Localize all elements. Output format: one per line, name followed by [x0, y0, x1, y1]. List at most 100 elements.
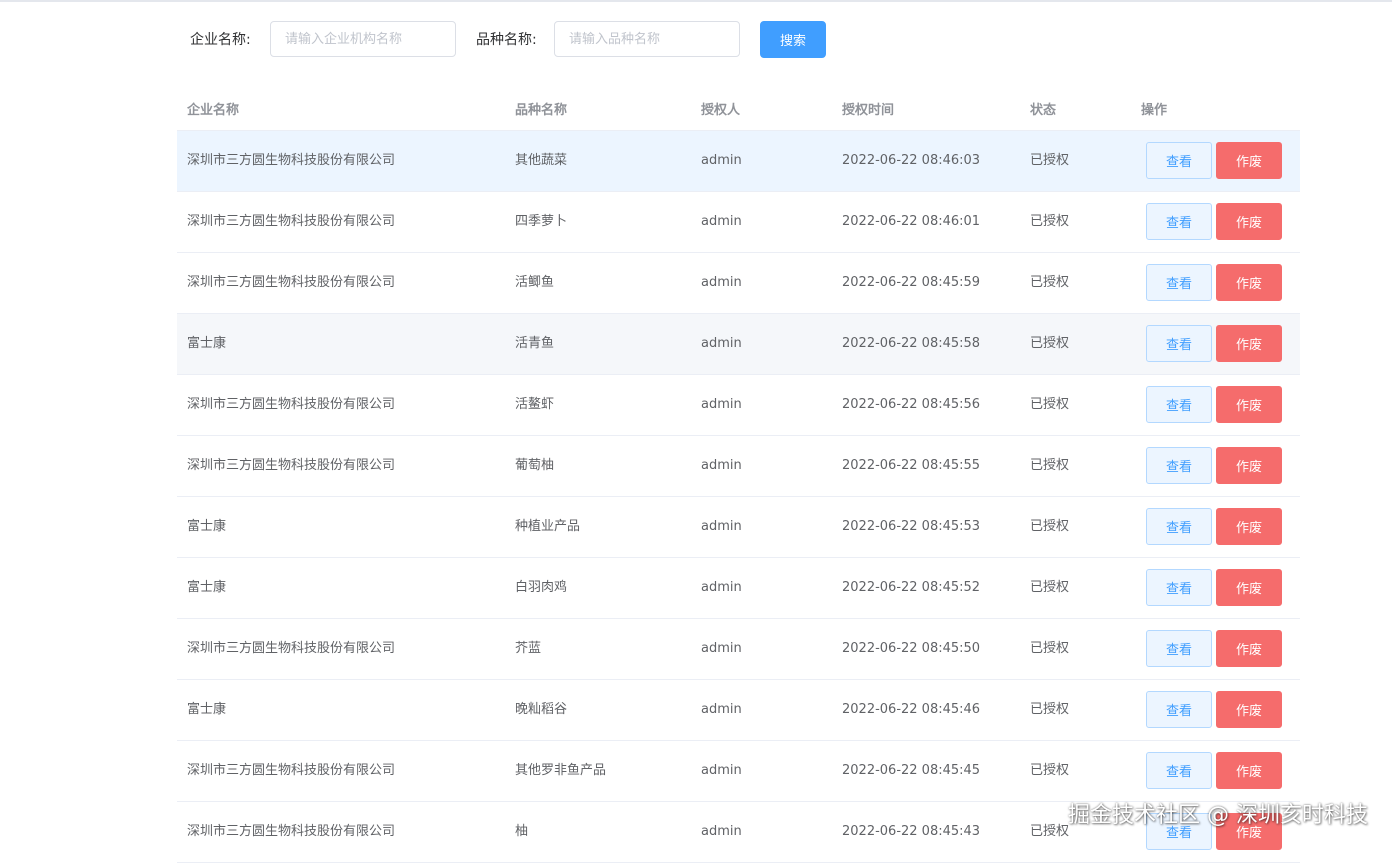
- void-button[interactable]: 作废: [1216, 386, 1282, 423]
- cell-authorizer: admin: [701, 457, 742, 475]
- cell-auth-time: 2022-06-22 08:45:46: [842, 701, 980, 719]
- cell-auth-time: 2022-06-22 08:45:59: [842, 274, 980, 292]
- view-button[interactable]: 查看: [1146, 752, 1212, 789]
- table-header: 企业名称 品种名称 授权人 授权时间 状态 操作: [177, 85, 1300, 131]
- cell-variety: 活鲫鱼: [515, 274, 554, 292]
- cell-status: 已授权: [1030, 335, 1069, 353]
- table-row[interactable]: 深圳市三方圆生物科技股份有限公司 四季萝卜 admin 2022-06-22 08:4…: [177, 192, 1300, 253]
- cell-authorizer: admin: [701, 213, 742, 231]
- search-button[interactable]: 搜索: [760, 21, 826, 58]
- cell-variety: 晚籼稻谷: [515, 701, 567, 719]
- cell-authorizer: admin: [701, 640, 742, 658]
- view-button[interactable]: 查看: [1146, 142, 1212, 179]
- cell-auth-time: 2022-06-22 08:45:55: [842, 457, 980, 475]
- cell-company: 深圳市三方圆生物科技股份有限公司: [187, 396, 395, 414]
- table-row[interactable]: 深圳市三方圆生物科技股份有限公司 葡萄柚 admin 2022-06-22 08:45…: [177, 436, 1300, 497]
- header-status: 状态: [1030, 99, 1056, 118]
- cell-company: 富士康: [187, 701, 226, 719]
- void-button[interactable]: 作废: [1216, 508, 1282, 545]
- void-button[interactable]: 作废: [1216, 752, 1282, 789]
- cell-authorizer: admin: [701, 701, 742, 719]
- table-row[interactable]: 富士康种植业产品admin2022-06-22 08:45:53已授权查看作废: [177, 497, 1300, 558]
- cell-auth-time: 2022-06-22 08:46:03: [842, 152, 980, 170]
- cell-authorizer: admin: [701, 274, 742, 292]
- cell-auth-time: 2022-06-22 08:45:43: [842, 823, 980, 841]
- table-row[interactable]: 深圳市三方圆生物科技股份有限公司芥蓝admin2022-06-22 08:45:…: [177, 619, 1300, 680]
- cell-variety: 活青鱼: [515, 335, 554, 353]
- cell-status: 已授权: [1030, 640, 1069, 658]
- view-button[interactable]: 查看: [1146, 447, 1212, 484]
- cell-authorizer: admin: [701, 396, 742, 414]
- table-row[interactable]: 深圳市三方圆生物科技股份有限公司 其他蔬菜 admin 2022-06-22 08:4…: [177, 131, 1300, 192]
- void-button[interactable]: 作废: [1216, 691, 1282, 728]
- cell-variety: 柚: [515, 823, 528, 841]
- cell-status: 已授权: [1030, 701, 1069, 719]
- view-button[interactable]: 查看: [1146, 508, 1212, 545]
- view-button[interactable]: 查看: [1146, 325, 1212, 362]
- cell-company: 深圳市三方圆生物科技股份有限公司: [187, 823, 395, 841]
- cell-status: 已授权: [1030, 518, 1069, 536]
- company-search-input[interactable]: [270, 21, 456, 57]
- header-company: 企业名称: [187, 99, 239, 118]
- cell-auth-time: 2022-06-22 08:45:45: [842, 762, 980, 780]
- cell-status: 已授权: [1030, 152, 1069, 170]
- variety-search-label: 品种名称:: [476, 30, 537, 50]
- header-authorizer: 授权人: [701, 99, 740, 118]
- view-button[interactable]: 查看: [1146, 386, 1212, 423]
- void-button[interactable]: 作废: [1216, 203, 1282, 240]
- cell-variety: 芥蓝: [515, 640, 541, 658]
- cell-company: 深圳市三方圆生物科技股份有限公司: [187, 640, 395, 658]
- void-button[interactable]: 作废: [1216, 325, 1282, 362]
- cell-auth-time: 2022-06-22 08:45:58: [842, 335, 980, 353]
- cell-status: 已授权: [1030, 457, 1069, 475]
- view-button[interactable]: 查看: [1146, 203, 1212, 240]
- header-variety: 品种名称: [515, 99, 567, 118]
- table-row[interactable]: 富士康 晚籼稻谷 admin 2022-06-22 08:45:46 已授权 查看作废: [177, 680, 1300, 741]
- table-row[interactable]: 深圳市三方圆生物科技股份有限公司其他罗非鱼产品admin2022-06-22 0…: [177, 741, 1300, 802]
- cell-variety: 种植业产品: [515, 518, 580, 536]
- cell-variety: 其他蔬菜: [515, 152, 567, 170]
- void-button[interactable]: 作废: [1216, 569, 1282, 606]
- view-button[interactable]: 查看: [1146, 691, 1212, 728]
- cell-authorizer: admin: [701, 518, 742, 536]
- table-row[interactable]: 深圳市三方圆生物科技股份有限公司活鳌虾admin2022-06-22 08:45…: [177, 375, 1300, 436]
- table-row[interactable]: 深圳市三方圆生物科技股份有限公司 活鲫鱼 admin 2022-06-22 08:45…: [177, 253, 1300, 314]
- cell-variety: 其他罗非鱼产品: [515, 762, 606, 780]
- table-body: 深圳市三方圆生物科技股份有限公司 其他蔬菜 admin 2022-06-22 08:4…: [177, 131, 1300, 863]
- void-button[interactable]: 作废: [1216, 447, 1282, 484]
- variety-search-input[interactable]: [554, 21, 740, 57]
- cell-status: 已授权: [1030, 823, 1069, 841]
- table-row[interactable]: 富士康白羽肉鸡admin2022-06-22 08:45:52已授权查看作废: [177, 558, 1300, 619]
- cell-status: 已授权: [1030, 396, 1069, 414]
- cell-company: 深圳市三方圆生物科技股份有限公司: [187, 213, 395, 231]
- void-button[interactable]: 作废: [1216, 142, 1282, 179]
- view-button[interactable]: 查看: [1146, 630, 1212, 667]
- cell-company: 富士康: [187, 335, 226, 353]
- cell-authorizer: admin: [701, 823, 742, 841]
- cell-variety: 四季萝卜: [515, 213, 567, 231]
- table-row[interactable]: 富士康 活青鱼 admin 2022-06-22 08:45:58 已授权 查看作废: [177, 314, 1300, 375]
- cell-company: 深圳市三方圆生物科技股份有限公司: [187, 274, 395, 292]
- cell-company: 富士康: [187, 518, 226, 536]
- cell-company: 富士康: [187, 579, 226, 597]
- authorization-table: 企业名称 品种名称 授权人 授权时间 状态 操作 深圳市三方圆生物科技股份有限公…: [177, 85, 1300, 863]
- cell-status: 已授权: [1030, 213, 1069, 231]
- header-actions: 操作: [1141, 99, 1167, 118]
- cell-status: 已授权: [1030, 274, 1069, 292]
- cell-authorizer: admin: [701, 335, 742, 353]
- header-auth-time: 授权时间: [842, 99, 894, 118]
- cell-auth-time: 2022-06-22 08:46:01: [842, 213, 980, 231]
- cell-company: 深圳市三方圆生物科技股份有限公司: [187, 457, 395, 475]
- cell-variety: 葡萄柚: [515, 457, 554, 475]
- view-button[interactable]: 查看: [1146, 264, 1212, 301]
- cell-authorizer: admin: [701, 579, 742, 597]
- cell-status: 已授权: [1030, 762, 1069, 780]
- cell-company: 深圳市三方圆生物科技股份有限公司: [187, 152, 395, 170]
- void-button[interactable]: 作废: [1216, 630, 1282, 667]
- cell-company: 深圳市三方圆生物科技股份有限公司: [187, 762, 395, 780]
- void-button[interactable]: 作废: [1216, 264, 1282, 301]
- cell-auth-time: 2022-06-22 08:45:56: [842, 396, 980, 414]
- company-search-label: 企业名称:: [190, 30, 251, 50]
- view-button[interactable]: 查看: [1146, 569, 1212, 606]
- cell-authorizer: admin: [701, 152, 742, 170]
